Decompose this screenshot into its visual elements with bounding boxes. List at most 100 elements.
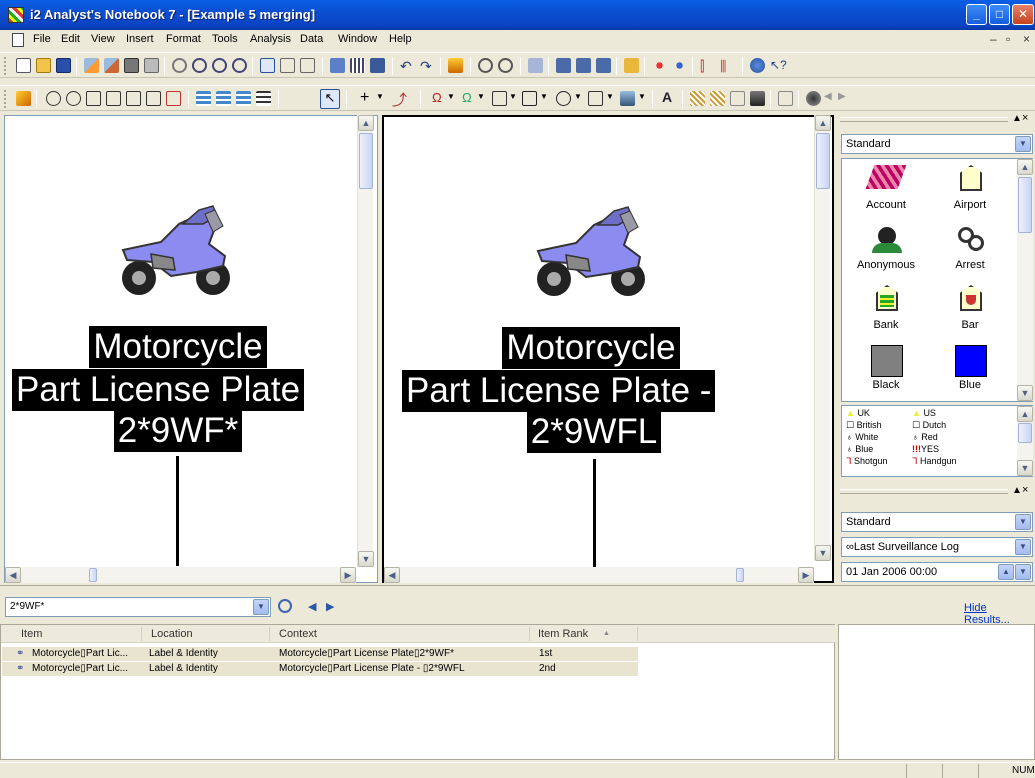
background-icon[interactable] — [588, 91, 603, 106]
table-row[interactable]: ⚭ Motorcycle▯Part Lic... Label & Identit… — [2, 662, 638, 676]
circle-icon[interactable] — [46, 91, 61, 106]
link-line-left[interactable] — [176, 456, 179, 566]
print-preview-icon[interactable] — [144, 58, 159, 73]
web-icon[interactable] — [750, 58, 765, 73]
legend-item-white[interactable]: ♁ White — [846, 432, 878, 442]
palette-item-airport[interactable]: Airport — [930, 163, 1010, 223]
column-divider[interactable] — [529, 627, 530, 641]
select-link-icon[interactable] — [528, 58, 543, 73]
legend-item-yes[interactable]: !!!YES — [912, 444, 939, 454]
search-input[interactable]: 2*9WF* — [10, 601, 44, 612]
label-font-dropdown-icon[interactable]: ▼ — [447, 92, 455, 101]
legend-item-uk[interactable]: ▲ UK — [846, 408, 870, 418]
card-icon[interactable] — [370, 58, 385, 73]
left-vertical-scrollbar[interactable]: ▲ ▼ — [357, 115, 374, 567]
wizard-icon[interactable] — [448, 58, 463, 73]
spin-down-icon[interactable]: ▼ — [1015, 564, 1031, 580]
entity-label-right[interactable]: Motorcycle — [488, 327, 694, 369]
maximize-button[interactable]: □ — [989, 4, 1010, 25]
palette-item-bar[interactable]: Bar — [930, 283, 1010, 343]
link-type-select[interactable]: ∞Last Surveillance Log ▼ — [841, 537, 1033, 557]
align-horizontal-icon[interactable]: ⫼ — [720, 58, 735, 74]
new-icon[interactable] — [16, 58, 31, 73]
link-set-select[interactable]: Standard ▼ — [841, 512, 1033, 532]
attribute-value-icon[interactable] — [236, 91, 251, 106]
legend-item-british[interactable]: ☐ British — [846, 420, 882, 431]
legend-item-us[interactable]: ▲ US — [912, 408, 936, 418]
next-result-icon[interactable]: ▶ — [326, 600, 334, 613]
tie-icon[interactable] — [750, 91, 765, 106]
redo-icon[interactable]: ↷ — [420, 58, 432, 75]
search-icon[interactable] — [278, 599, 292, 613]
layout-icon[interactable] — [280, 58, 295, 73]
event-frame-icon[interactable] — [146, 91, 161, 106]
undo-icon[interactable]: ↶ — [400, 58, 412, 75]
app-icon[interactable] — [8, 7, 24, 23]
list-icon[interactable] — [556, 58, 571, 73]
motorcycle-icon[interactable] — [113, 202, 239, 302]
scroll-down-button[interactable]: ▼ — [815, 545, 831, 561]
list-links-icon[interactable] — [596, 58, 611, 73]
menu-insert[interactable]: Insert — [126, 33, 154, 45]
print-icon[interactable] — [124, 58, 139, 73]
column-divider[interactable] — [269, 627, 270, 641]
chevron-down-icon[interactable]: ▼ — [253, 599, 269, 615]
right-vertical-scrollbar[interactable]: ▲ ▼ — [814, 115, 831, 561]
legend-scrollbar[interactable]: ▲ ▼ — [1017, 406, 1033, 476]
back-arrow-icon[interactable]: ◀ — [824, 91, 832, 102]
scroll-left-button[interactable]: ◀ — [384, 567, 400, 583]
frame-border-icon[interactable] — [522, 91, 537, 106]
column-divider[interactable] — [141, 627, 142, 641]
find-path-icon[interactable] — [498, 58, 513, 73]
close-button[interactable]: ✕ — [1012, 4, 1034, 25]
scroll-up-button[interactable]: ▲ — [1017, 159, 1033, 175]
mdi-minimize-button[interactable]: – — [990, 32, 997, 46]
save-icon[interactable] — [56, 58, 71, 73]
pointer-icon[interactable]: ↖ — [320, 89, 340, 109]
align-icon[interactable] — [256, 91, 271, 106]
column-header-item[interactable]: Item — [21, 628, 42, 640]
scroll-down-button[interactable]: ▼ — [1017, 385, 1033, 401]
mdi-restore-button[interactable]: ▫ — [1006, 32, 1010, 46]
column-header-context[interactable]: Context — [279, 628, 317, 640]
palette-item-arrest[interactable]: Arrest — [930, 223, 1010, 283]
picture-dropdown-icon[interactable]: ▼ — [638, 92, 646, 101]
toolbar-grip[interactable] — [4, 57, 7, 75]
zoom-icon[interactable] — [172, 58, 187, 73]
palette-scrollbar[interactable]: ▲ ▼ — [1017, 159, 1033, 401]
ornament-icon[interactable] — [690, 91, 705, 106]
toolbar-grip[interactable] — [4, 90, 7, 108]
chevron-down-icon[interactable]: ▼ — [1015, 136, 1031, 152]
scroll-thumb[interactable] — [816, 133, 830, 189]
panel-close-button[interactable]: × — [1022, 112, 1028, 124]
find-icon[interactable] — [478, 58, 493, 73]
no-entry-icon[interactable] — [66, 91, 81, 106]
search-combo[interactable]: 2*9WF* ▼ — [5, 597, 271, 617]
palette-item-anonymous[interactable]: Anonymous — [846, 223, 926, 283]
camera-icon[interactable] — [806, 91, 821, 106]
palette-set-select[interactable]: Standard ▼ — [841, 134, 1033, 154]
motorcycle-icon[interactable] — [528, 203, 654, 303]
text-icon[interactable]: A — [662, 89, 672, 105]
menu-window[interactable]: Window — [338, 33, 377, 45]
menu-data[interactable]: Data — [300, 33, 323, 45]
link-icon[interactable]: ⤴ — [392, 89, 407, 110]
palette-item-account[interactable]: Account — [846, 163, 926, 223]
import-icon[interactable] — [84, 58, 99, 73]
ornament-alt-icon[interactable] — [710, 91, 725, 106]
scroll-thumb[interactable] — [1018, 177, 1032, 233]
menu-format[interactable]: Format — [166, 33, 201, 45]
menu-tools[interactable]: Tools — [212, 33, 238, 45]
zoom-in-icon[interactable] — [192, 58, 207, 73]
right-horizontal-scrollbar[interactable]: ◀ ▶ — [384, 567, 814, 583]
palette-item-bank[interactable]: Bank — [846, 283, 926, 343]
view-toggle-icon[interactable] — [260, 58, 275, 73]
date-time-picker[interactable]: 01 Jan 2006 00:00 ▲ ▼ — [841, 562, 1033, 582]
legend-item-blue[interactable]: ♁ Blue — [846, 444, 873, 454]
add-icon[interactable]: + — [360, 89, 369, 107]
frame-style-icon[interactable] — [492, 91, 507, 106]
column-header-location[interactable]: Location — [151, 628, 193, 640]
entity-label-left-line3[interactable]: 2*9WF* — [97, 410, 259, 452]
column-header-item-rank[interactable]: Item Rank — [538, 628, 588, 640]
frame-icon[interactable] — [86, 91, 101, 106]
